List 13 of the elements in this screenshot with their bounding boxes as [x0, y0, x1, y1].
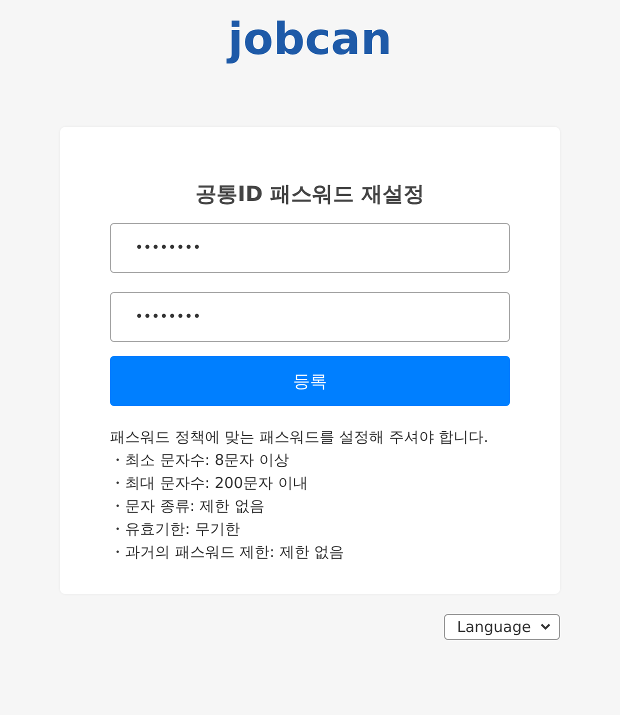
submit-button[interactable]: 등록	[110, 356, 510, 406]
policy-rule: ・유효기한: 무기한	[110, 519, 241, 540]
policy-text: 패스워드 정책에 맞는 패스워드를 설정해 주셔야 합니다.	[110, 427, 490, 448]
policy-rule: ・최대 문자수: 200문자 이내	[110, 473, 309, 494]
page-title: 공통ID 패스워드 재설정	[194, 181, 426, 208]
policy-rule: ・최소 문자수: 8문자 이상	[110, 450, 290, 471]
chevron-down-icon	[540, 623, 551, 631]
policy-rule: ・과거의 패스워드 제한: 제한 없음	[110, 542, 346, 563]
policy-rule: ・문자 종류: 제한 없음	[110, 496, 266, 517]
password-field[interactable]: ••••••••	[110, 223, 510, 273]
language-select[interactable]: Language	[444, 614, 560, 640]
jobcan-logo: jobcan	[228, 13, 392, 67]
password-field[interactable]: ••••••••	[110, 292, 510, 342]
